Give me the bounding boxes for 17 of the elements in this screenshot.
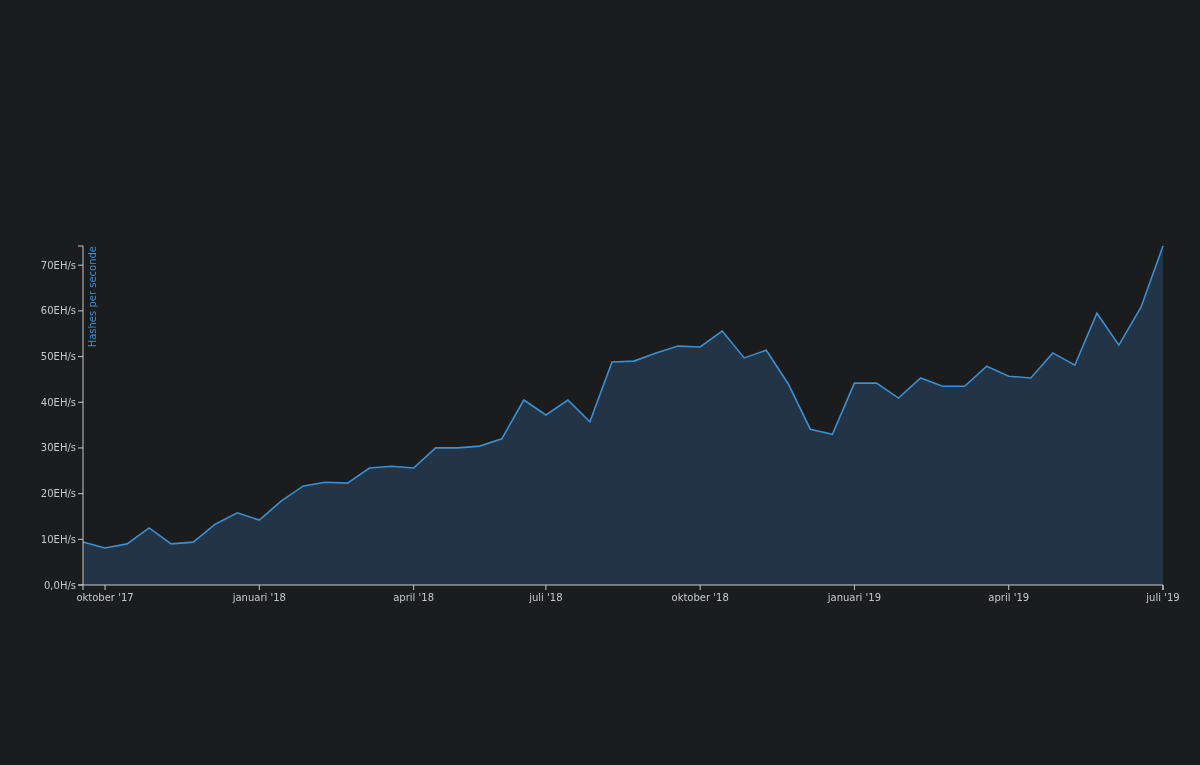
axis-tick-label: oktober '17 [76,592,134,603]
axis-tick-label: april '19 [988,592,1030,603]
axis-tick-label: oktober '18 [671,592,729,603]
axis-tick-label: juli '18 [529,592,563,603]
axis-tick-label: januari '19 [827,592,882,603]
axis-tick-label: januari '18 [232,592,286,603]
axis-tick-label: 10EH/s [40,533,76,545]
axis-tick-label: 40EH/s [40,396,76,408]
axis-tick-label: juli '19 [1146,592,1180,603]
axis-tick-label: 70EH/s [40,259,76,271]
axis-tick-label: 20EH/s [40,488,76,500]
axis-tick-label: 50EH/s [40,351,76,363]
axis-tick-label: 30EH/s [40,442,76,454]
axis-tick-label: 0,0H/s [44,579,76,591]
axis-tick-label: april '18 [393,592,434,603]
axis-title: Hashes per seconde [87,246,98,348]
axis-tick-label: 60EH/s [40,305,76,317]
